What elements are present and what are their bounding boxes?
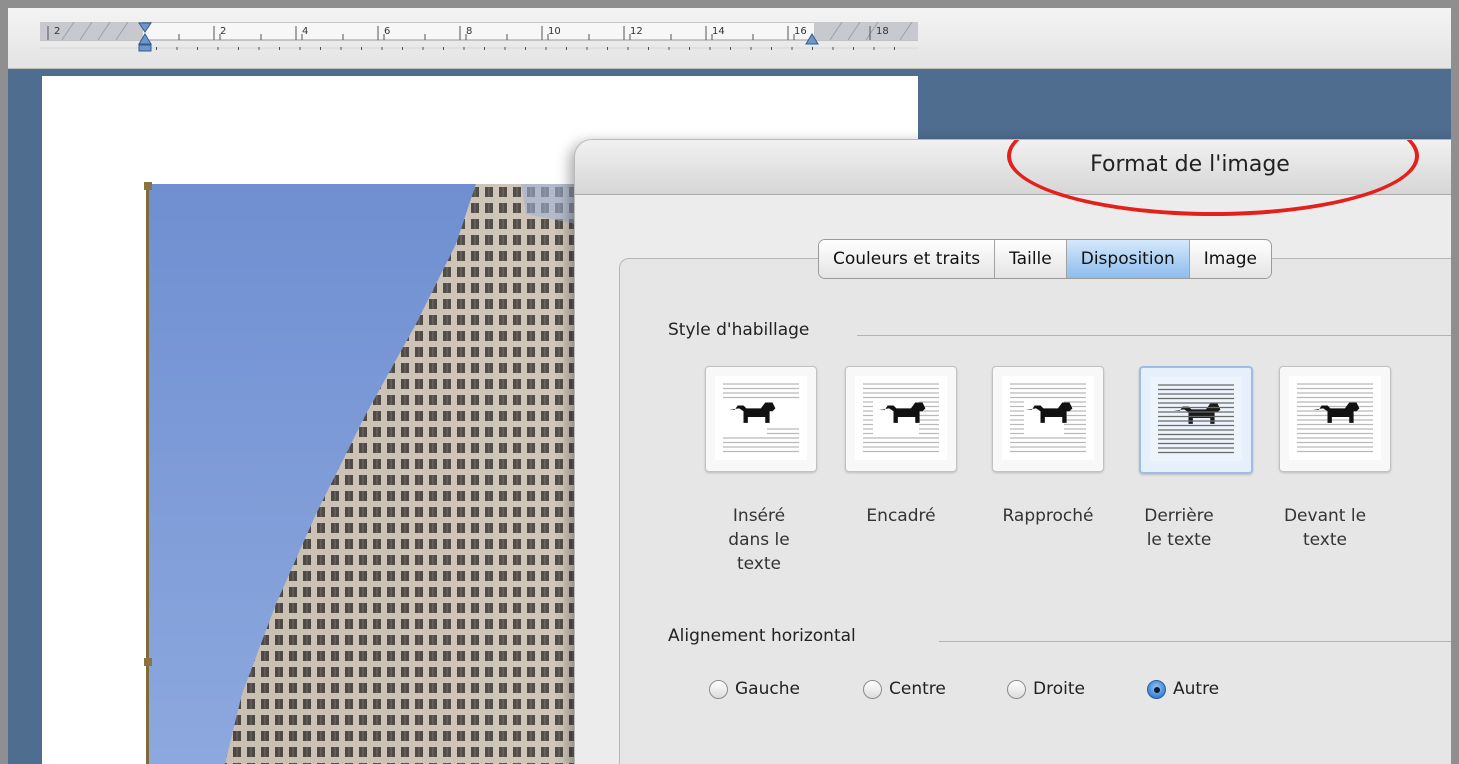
selection-handle-left[interactable] [144,658,152,666]
wrap-in-front-of-text-button[interactable] [1279,366,1391,472]
ruler-label: 6 [384,26,390,37]
ruler-label: 14 [712,26,725,37]
ruler-dot [156,47,157,50]
ruler-dot [586,47,588,50]
ruler-dot [238,47,239,50]
wrap-square-button[interactable] [845,366,957,472]
wrap-inline-label: Inséré dans le texte [728,506,790,574]
ruler-dot [832,47,834,50]
ruler-dot [422,47,424,50]
tight-wrap-icon [1010,383,1086,453]
ruler-dot [791,47,793,50]
horizontal-alignment-label: Alignement horizontal [668,626,856,646]
ruler-dot [340,47,342,50]
ruler-dot [812,47,813,50]
wrap-behind-text-label: Derrière le texte [1144,506,1214,550]
ruler-dot [176,47,178,50]
ruler-dot [258,47,260,50]
tab-bar: Couleurs et traits Taille Disposition Im… [818,239,1272,279]
ruler-dot [894,47,895,50]
title-highlight-annotation [1007,140,1419,216]
radio-left-label: Gauche [735,679,800,699]
ruler-dot [853,47,854,50]
building-photo[interactable] [146,184,576,764]
ruler-dot [361,47,362,50]
left-margin-marker[interactable] [138,44,152,52]
radio-left[interactable]: Gauche [709,676,800,702]
ruler-dot [771,47,772,50]
ruler-dot [217,47,219,50]
wrap-behind-text-button[interactable] [1139,366,1253,474]
radio-other-control[interactable] [1147,679,1166,699]
ruler-dot [730,47,731,50]
selection-handle-top-left[interactable] [144,182,152,190]
inline-wrap-icon [723,383,799,453]
ruler-dot [197,47,198,50]
wrap-in-front-of-text-label: Devant le texte [1283,506,1367,550]
tab-layout[interactable]: Disposition [1066,240,1190,278]
ruler-label: 4 [302,26,308,37]
ruler-dot [402,47,403,50]
ruler-dot [525,47,526,50]
ruler-label: 8 [466,26,472,37]
radio-left-control[interactable] [709,679,728,699]
ruler-dot [381,47,383,50]
ruler-label: 12 [630,26,643,37]
ruler-dot [279,47,280,50]
ruler-dot [627,47,629,50]
ruler-dot [668,47,670,50]
ruler-dot [504,47,506,50]
ruler-dot [873,47,875,50]
ruler-dot [607,47,608,50]
radio-center-control[interactable] [863,679,882,699]
wrapping-style-label: Style d'habillage [668,320,810,340]
ruler-dot [443,47,444,50]
behind-text-icon [1158,384,1234,454]
radio-center-label: Centre [889,679,946,699]
wrap-tight-button[interactable] [992,366,1104,472]
ruler-dot [299,47,301,50]
ruler-dot [689,47,690,50]
ruler-dot [648,47,649,50]
horizontal-ruler[interactable]: 2 2 4 6 8 10 12 14 16 18 [40,22,918,52]
ruler-label: 16 [794,26,807,37]
ruler-dot [484,47,485,50]
tab-colors-lines[interactable]: Couleurs et traits [819,240,996,278]
ruler-label: 18 [876,26,889,37]
ruler-dot [709,47,711,50]
wrapping-style-divider [857,335,1451,336]
wrap-square-label: Encadré [866,506,936,526]
wrap-tight-label: Rapproché [1002,506,1094,526]
ruler-bar: 2 2 4 6 8 10 12 14 16 18 [8,8,1451,69]
radio-other-label: Autre [1173,679,1220,699]
in-front-of-text-icon [1297,383,1373,453]
tab-picture[interactable]: Image [1189,240,1271,278]
document-window: 2 2 4 6 8 10 12 14 16 18 Format de l'ima… [8,8,1451,764]
ruler-label: 2 [220,26,226,37]
format-picture-dialog: Format de l'image Couleurs et traits Tai… [574,139,1451,764]
radio-other[interactable]: Autre [1147,676,1219,702]
ruler-dot [320,47,321,50]
ruler-dot [545,47,547,50]
ruler-label: 2 [54,26,60,37]
radio-center[interactable]: Centre [863,676,946,702]
ruler-dot [750,47,752,50]
tab-size[interactable]: Taille [995,240,1067,278]
radio-right-control[interactable] [1007,679,1026,699]
ruler-graphic: 2 2 4 6 8 10 12 14 16 18 [40,22,918,52]
horizontal-alignment-divider [939,641,1451,642]
ruler-dot [566,47,567,50]
radio-right[interactable]: Droite [1007,676,1085,702]
square-wrap-icon [863,383,939,453]
radio-right-label: Droite [1033,679,1085,699]
ruler-dot [463,47,465,50]
building-image [146,184,576,764]
ruler-label: 10 [548,26,561,37]
wrap-inline-button[interactable] [705,366,817,472]
